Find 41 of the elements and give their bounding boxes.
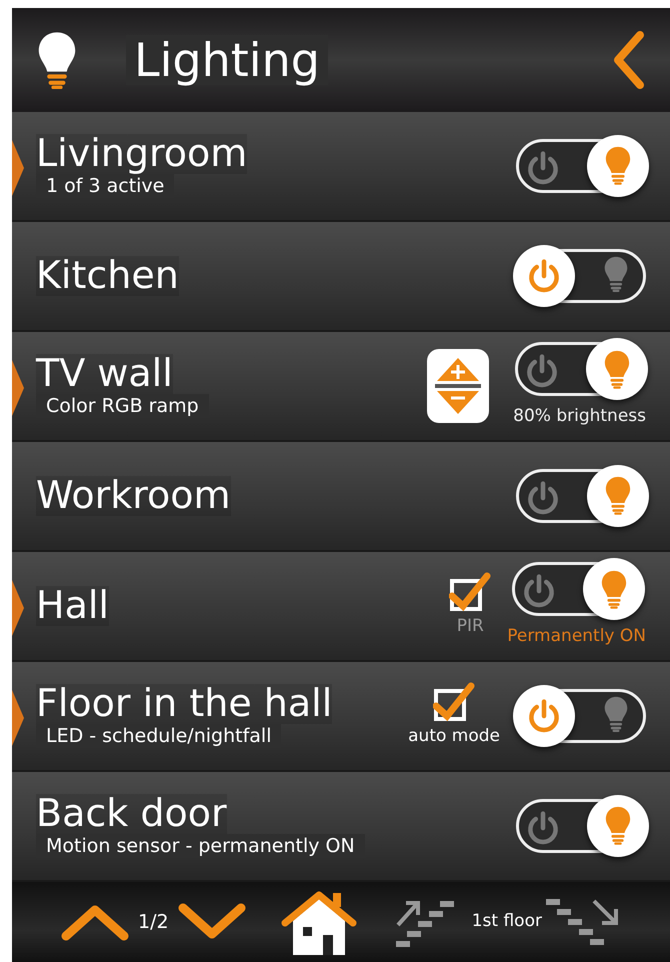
room-row[interactable]: Hall PIR Permanently ON (12, 552, 670, 662)
room-subtitle: Color RGB ramp (36, 394, 209, 418)
bulb-icon (604, 476, 632, 516)
room-subtitle: LED - schedule/nightfall (36, 724, 282, 748)
status-caption: 80% brightness (513, 405, 646, 428)
page-indicator: 1/2 (138, 910, 169, 935)
room-name: Back door (36, 794, 227, 834)
room-name: Workroom (36, 476, 231, 516)
room-row[interactable]: Back door Motion sensor - permanently ON (12, 772, 670, 882)
bulb-icon (600, 570, 628, 609)
screen-title: Lighting (126, 34, 328, 86)
power-icon (525, 480, 561, 516)
room-row[interactable]: Livingroom 1 of 3 active (12, 112, 670, 222)
bulb-icon (604, 806, 632, 846)
dimmer-button[interactable] (427, 349, 490, 423)
checkbox-label: auto mode (408, 725, 500, 748)
power-icon (526, 258, 562, 294)
power-icon (525, 810, 561, 846)
room-name: Kitchen (36, 256, 179, 296)
floor-selector[interactable]: 1st floor (392, 891, 622, 953)
room-name: Livingroom (36, 134, 248, 174)
room-row[interactable]: TV wall Color RGB ramp 80% brightness (12, 332, 670, 442)
room-name: Hall (36, 586, 109, 626)
checkbox-label: PIR (456, 615, 484, 638)
room-subtitle: Motion sensor - permanently ON (36, 834, 365, 858)
home-button[interactable] (279, 889, 360, 955)
bulb-icon (604, 146, 632, 186)
bulb-icon (36, 30, 78, 90)
floor-label: 1st floor (472, 910, 542, 934)
room-name: Floor in the hall (36, 684, 332, 724)
room-row[interactable]: Kitchen (12, 222, 670, 332)
power-icon (526, 698, 562, 734)
room-row[interactable]: Workroom (12, 442, 670, 552)
bulb-icon (603, 256, 629, 292)
room-row[interactable]: Floor in the hall LED - schedule/nightfall auto mode (12, 662, 670, 772)
power-icon (525, 150, 561, 186)
status-caption: Permanently ON (507, 625, 646, 648)
room-name: TV wall (36, 354, 173, 394)
bulb-icon (602, 350, 631, 389)
bulb-icon (603, 696, 629, 732)
back-button[interactable] (612, 30, 646, 90)
